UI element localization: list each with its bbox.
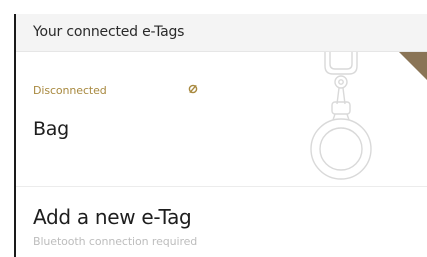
- etag-keyring-icon: [310, 52, 372, 180]
- add-etag-button[interactable]: Add a new e-Tag Bluetooth connection req…: [16, 187, 427, 257]
- tag-name: Bag: [33, 118, 69, 140]
- add-etag-title: Add a new e-Tag: [33, 205, 192, 229]
- corner-flag: [399, 52, 427, 80]
- disconnected-icon: [188, 84, 198, 94]
- status-label: Disconnected: [33, 84, 107, 97]
- app-frame: Your connected e-Tags Disconnected Bag A…: [14, 14, 427, 257]
- etag-card-bag[interactable]: Disconnected Bag: [16, 52, 427, 186]
- section-header: Your connected e-Tags: [16, 14, 427, 52]
- add-etag-subtitle: Bluetooth connection required: [33, 235, 198, 248]
- section-title: Your connected e-Tags: [33, 24, 185, 40]
